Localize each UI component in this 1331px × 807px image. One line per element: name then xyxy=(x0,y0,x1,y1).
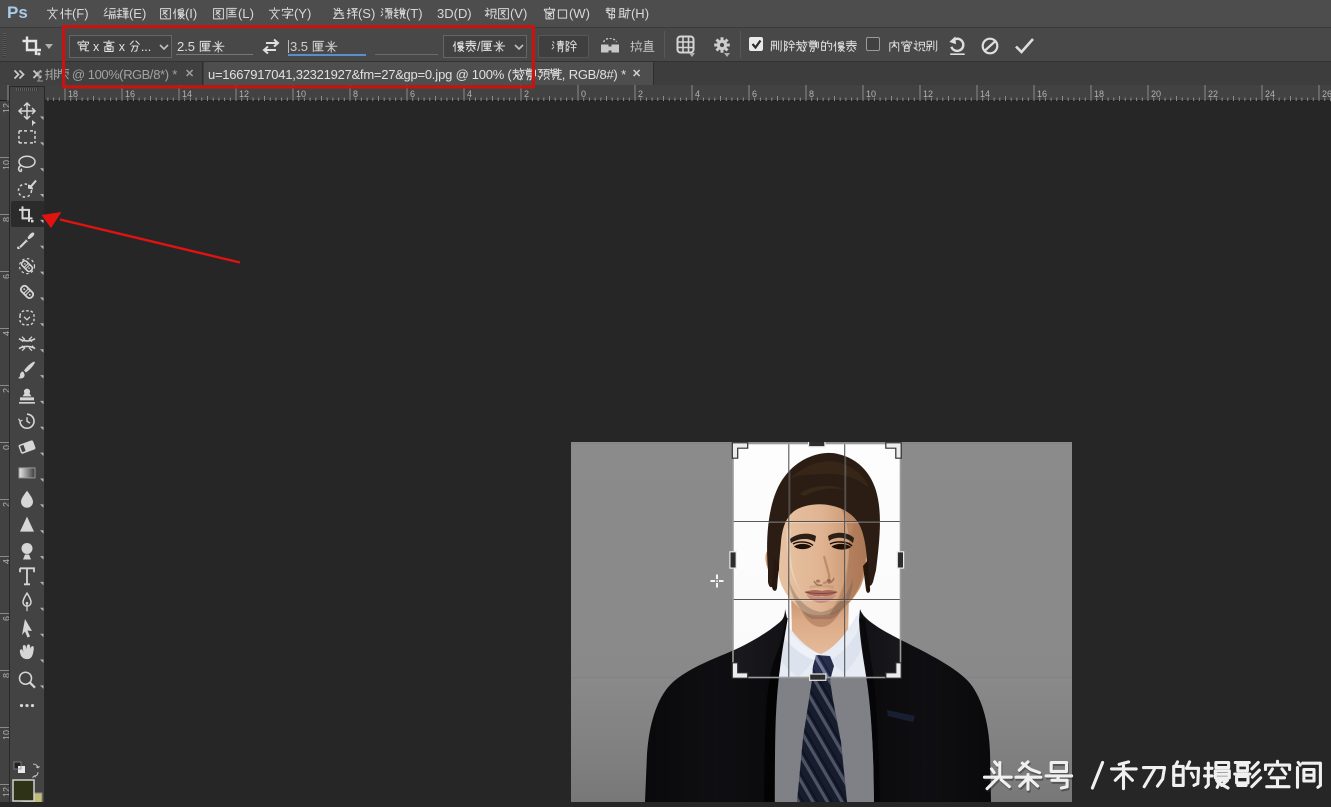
svg-text:L: L xyxy=(242,6,249,21)
svg-text:3: 3 xyxy=(437,6,444,21)
svg-text:F: F xyxy=(76,6,84,21)
svg-text:): ) xyxy=(193,6,197,21)
svg-text:S: S xyxy=(362,6,371,21)
svg-text:/: / xyxy=(477,40,481,54)
svg-text:,: , xyxy=(562,67,566,82)
svg-text:2: 2 xyxy=(638,89,643,99)
svg-text:@: @ xyxy=(72,67,85,82)
svg-text:14: 14 xyxy=(980,89,990,99)
svg-text:26: 26 xyxy=(1322,89,1331,99)
svg-text:16: 16 xyxy=(125,89,135,99)
svg-text:2: 2 xyxy=(177,39,184,54)
svg-text:5: 5 xyxy=(188,39,195,54)
svg-text:4: 4 xyxy=(467,89,472,99)
svg-text:22: 22 xyxy=(1208,89,1218,99)
svg-text:): ) xyxy=(645,6,649,21)
svg-text:): ) xyxy=(165,67,169,82)
svg-text:12: 12 xyxy=(239,89,249,99)
svg-text:G: G xyxy=(132,67,142,82)
svg-text:12: 12 xyxy=(923,89,933,99)
svg-text:): ) xyxy=(523,6,527,21)
svg-text:8: 8 xyxy=(809,89,814,99)
svg-text:Y: Y xyxy=(298,6,307,21)
svg-text:T: T xyxy=(410,6,418,21)
svg-text:18: 18 xyxy=(68,89,78,99)
svg-text:): ) xyxy=(84,6,88,21)
svg-text:): ) xyxy=(418,6,422,21)
svg-text:): ) xyxy=(586,6,590,21)
svg-text:D: D xyxy=(458,6,467,21)
svg-text:%: % xyxy=(493,67,505,82)
svg-text:g: g xyxy=(445,67,452,82)
svg-text:W: W xyxy=(573,6,586,21)
svg-text:20: 20 xyxy=(1151,89,1161,99)
svg-text:3: 3 xyxy=(290,39,297,54)
svg-text:6: 6 xyxy=(410,89,415,99)
svg-text:6: 6 xyxy=(752,89,757,99)
svg-text:B: B xyxy=(588,67,597,82)
svg-text:(: ( xyxy=(507,67,512,82)
svg-text:*: * xyxy=(621,67,626,82)
svg-text:16: 16 xyxy=(1037,89,1047,99)
svg-text:8: 8 xyxy=(353,89,358,99)
svg-text:): ) xyxy=(249,6,253,21)
svg-text:10: 10 xyxy=(866,89,876,99)
svg-text:.: . xyxy=(148,40,151,54)
svg-text:14: 14 xyxy=(182,89,192,99)
svg-text:2: 2 xyxy=(524,89,529,99)
svg-text:G: G xyxy=(578,67,588,82)
svg-text:): ) xyxy=(142,6,146,21)
svg-text:): ) xyxy=(307,6,311,21)
svg-text:V: V xyxy=(514,6,523,21)
svg-text:): ) xyxy=(467,6,471,21)
svg-text:10: 10 xyxy=(296,89,306,99)
svg-text:5: 5 xyxy=(301,39,308,54)
svg-text:D: D xyxy=(444,6,453,21)
svg-text:): ) xyxy=(613,67,617,82)
svg-text:H: H xyxy=(635,6,644,21)
svg-text:@: @ xyxy=(456,67,469,82)
svg-text:0: 0 xyxy=(581,89,586,99)
svg-text:E: E xyxy=(133,6,142,21)
svg-text:24: 24 xyxy=(1265,89,1275,99)
svg-text:x: x xyxy=(93,40,100,54)
svg-text:x: x xyxy=(119,40,126,54)
svg-text:4: 4 xyxy=(695,89,700,99)
svg-text:*: * xyxy=(172,67,177,82)
svg-text:): ) xyxy=(371,6,375,21)
svg-text:m: m xyxy=(363,67,374,82)
svg-text:18: 18 xyxy=(1094,89,1104,99)
svg-text:R: R xyxy=(569,67,578,82)
